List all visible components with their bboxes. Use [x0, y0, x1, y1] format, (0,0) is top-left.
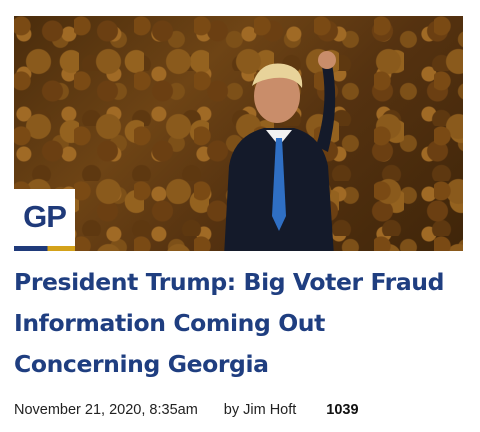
article-card[interactable]: GP President Trump: Big Voter Fraud Info…: [0, 0, 480, 432]
person-silhouette-placeholder: [224, 51, 336, 251]
article-hero-image[interactable]: [14, 16, 463, 251]
site-logo[interactable]: GP: [14, 189, 75, 251]
article-date: November 21, 2020, 8:35am: [14, 402, 198, 418]
comment-count[interactable]: 1039: [326, 402, 358, 418]
article-meta: November 21, 2020, 8:35am by Jim Hoft 10…: [14, 400, 359, 420]
logo-underline: [14, 246, 75, 251]
article-author[interactable]: by Jim Hoft: [224, 402, 297, 418]
logo-text: GP: [23, 199, 67, 234]
article-headline[interactable]: President Trump: Big Voter Fraud Informa…: [14, 262, 464, 385]
